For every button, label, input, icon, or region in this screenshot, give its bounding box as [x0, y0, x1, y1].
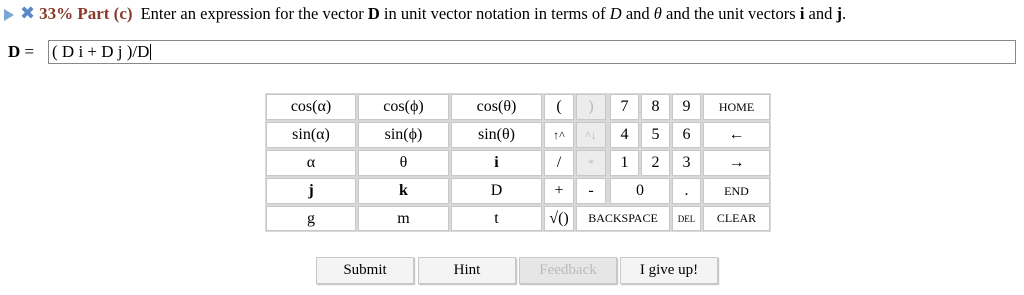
- key-sqrt[interactable]: √(): [544, 206, 574, 231]
- key-sin-phi[interactable]: sin(ϕ): [358, 122, 449, 148]
- key-cos-phi[interactable]: cos(ϕ): [358, 94, 449, 120]
- key-theta[interactable]: θ: [358, 150, 449, 176]
- key-down-caret[interactable]: ^↓: [576, 122, 606, 148]
- answer-value: ( D i + D j )/D: [52, 42, 150, 61]
- key-g[interactable]: g: [266, 206, 356, 231]
- key-5[interactable]: 5: [641, 122, 670, 148]
- key-7[interactable]: 7: [610, 94, 639, 120]
- key-home[interactable]: HOME: [703, 94, 770, 120]
- key-cos-alpha[interactable]: cos(α): [266, 94, 356, 120]
- key-left-arrow[interactable]: ←: [703, 122, 770, 148]
- key-j[interactable]: j: [266, 178, 356, 204]
- feedback-button[interactable]: Feedback: [519, 257, 617, 284]
- text-caret: [150, 44, 152, 60]
- key-backspace[interactable]: BACKSPACE: [576, 206, 670, 231]
- keypad: cos(α) cos(ϕ) cos(θ) ( ) 7 8 9 HOME sin(…: [265, 93, 771, 232]
- key-cos-theta[interactable]: cos(θ): [451, 94, 542, 120]
- key-1[interactable]: 1: [610, 150, 639, 176]
- key-end[interactable]: END: [703, 178, 770, 204]
- key-slash[interactable]: /: [544, 150, 574, 176]
- key-sin-theta[interactable]: sin(θ): [451, 122, 542, 148]
- play-icon[interactable]: [4, 8, 14, 21]
- key-del[interactable]: DEL: [672, 206, 701, 231]
- key-4[interactable]: 4: [610, 122, 639, 148]
- key-2[interactable]: 2: [641, 150, 670, 176]
- part-label: 33% Part (c): [39, 4, 133, 23]
- key-clear[interactable]: CLEAR: [703, 206, 770, 231]
- key-6[interactable]: 6: [672, 122, 701, 148]
- key-i[interactable]: i: [451, 150, 542, 176]
- answer-input[interactable]: ( D i + D j )/D: [48, 40, 1016, 64]
- question-header: ✖ 33% Part (c) Enter an expression for t…: [4, 2, 846, 26]
- answer-label: D =: [8, 42, 35, 61]
- hint-button[interactable]: Hint: [418, 257, 516, 284]
- key-dot[interactable]: .: [672, 178, 701, 204]
- key-close-paren[interactable]: ): [576, 94, 606, 120]
- answer-row: D = ( D i + D j )/D: [8, 39, 1016, 65]
- key-8[interactable]: 8: [641, 94, 670, 120]
- key-sin-alpha[interactable]: sin(α): [266, 122, 356, 148]
- key-9[interactable]: 9: [672, 94, 701, 120]
- key-3[interactable]: 3: [672, 150, 701, 176]
- key-star[interactable]: *: [576, 150, 606, 176]
- key-m[interactable]: m: [358, 206, 449, 231]
- key-alpha[interactable]: α: [266, 150, 356, 176]
- key-minus[interactable]: -: [576, 178, 606, 204]
- question-prompt: Enter an expression for the vector D in …: [140, 4, 847, 23]
- key-D[interactable]: D: [451, 178, 542, 204]
- submit-button[interactable]: Submit: [316, 257, 414, 284]
- key-0[interactable]: 0: [610, 178, 670, 204]
- key-open-paren[interactable]: (: [544, 94, 574, 120]
- key-k[interactable]: k: [358, 178, 449, 204]
- key-plus[interactable]: +: [544, 178, 574, 204]
- incorrect-x-icon: ✖: [20, 3, 36, 24]
- key-right-arrow[interactable]: →: [703, 150, 770, 176]
- key-up-caret[interactable]: ↑^: [544, 122, 574, 148]
- key-t[interactable]: t: [451, 206, 542, 231]
- give-up-button[interactable]: I give up!: [620, 257, 718, 284]
